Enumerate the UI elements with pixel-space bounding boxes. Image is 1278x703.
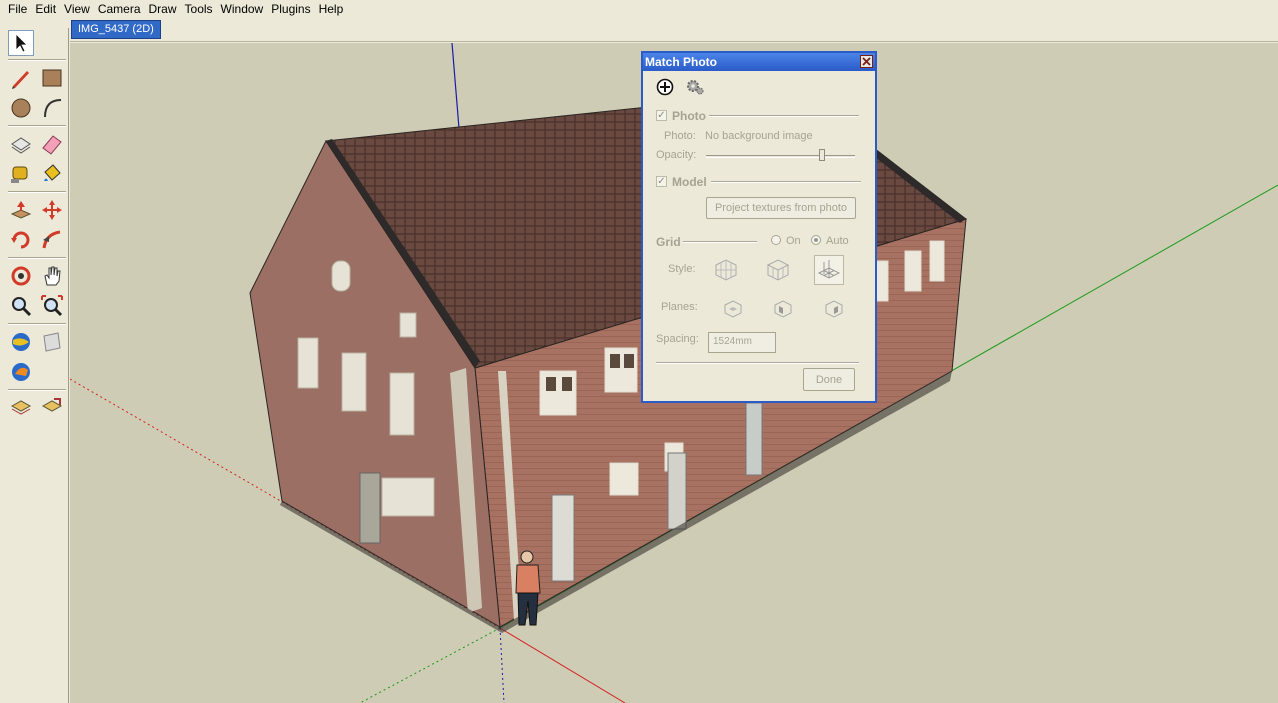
grid-style-above-button[interactable] [763,255,793,285]
scene-tab-bar: IMG_5437 (2D) [70,18,1278,42]
opacity-slider-thumb[interactable] [819,149,826,161]
share-model-tool-icon[interactable] [39,329,65,355]
toolbar-divider [8,257,66,259]
grid-auto-radio[interactable] [811,235,821,245]
menu-draw[interactable]: Draw [145,1,181,17]
section-divider [683,241,757,243]
menu-bar: File Edit View Camera Draw Tools Window … [0,0,1278,18]
menu-edit[interactable]: Edit [31,1,60,17]
push-pull-tool-icon[interactable] [8,197,34,223]
close-icon [862,57,871,66]
menu-view[interactable]: View [60,1,94,17]
toolbar-divider [8,191,66,193]
rotate-tool-icon[interactable] [8,227,34,253]
google-earth-tool-icon[interactable] [8,359,34,385]
photo-checkbox[interactable]: ✓ [656,110,667,121]
toolbar-divider [8,59,66,61]
scene-tab[interactable]: IMG_5437 (2D) [71,20,161,39]
settings-button[interactable] [683,75,707,99]
model-checkbox[interactable]: ✓ [656,176,667,187]
rectangle-tool-icon[interactable] [39,65,65,91]
plane-red-green-button[interactable] [718,294,748,324]
grid-style-inside-button[interactable] [711,255,741,285]
grid-style-below-button[interactable] [814,255,844,285]
style-label: Style: [668,263,696,275]
grid-below-icon [817,260,841,279]
zoom-extents-tool-icon[interactable] [39,293,65,319]
gear-icon [687,80,704,95]
opacity-slider[interactable] [706,155,855,158]
close-button[interactable] [860,55,873,68]
toolbar-divider [8,125,66,127]
grid-inside-icon [715,259,737,281]
plane-red-blue-icon [774,300,792,318]
done-button[interactable]: Done [803,368,855,391]
plane-green-blue-button[interactable] [819,294,849,324]
spacing-label: Spacing: [656,333,699,345]
dialog-title: Match Photo [645,55,717,69]
match-photo-dialog: Match Photo ✓ Photo Photo: No background… [641,51,877,403]
plane-red-green-icon [724,300,742,318]
section-divider [656,362,859,364]
dialog-title-bar[interactable]: Match Photo [643,53,875,71]
move-tool-icon[interactable] [39,197,65,223]
orbit-tool-icon[interactable] [8,263,34,289]
toolbar-divider [8,323,66,325]
photo-value: No background image [705,130,813,142]
get-models-tool-icon[interactable] [8,329,34,355]
grid-on-radio[interactable] [771,235,781,245]
toolbar-divider [8,389,66,391]
pan-tool-icon[interactable] [39,263,65,289]
grid-auto-label: Auto [826,235,849,247]
make-component-tool-icon[interactable] [8,131,34,157]
tape-measure-tool-icon[interactable] [8,161,34,187]
arc-tool-icon[interactable] [39,95,65,121]
section-divider [709,115,859,117]
circle-tool-icon[interactable] [8,95,34,121]
menu-camera[interactable]: Camera [94,1,145,17]
add-icon [656,78,674,96]
follow-me-tool-icon[interactable] [39,227,65,253]
add-photo-button[interactable] [653,75,677,99]
next-view-tool-icon[interactable] [39,395,65,421]
menu-help[interactable]: Help [315,1,348,17]
planes-label: Planes: [661,301,698,313]
model-section-label: Model [672,175,707,189]
eraser-tool-icon[interactable] [39,131,65,157]
paint-bucket-tool-icon[interactable] [39,161,65,187]
photo-section-label: Photo [672,109,706,123]
grid-on-label: On [786,235,801,247]
plane-green-blue-icon [825,300,843,318]
photo-label: Photo: [664,130,696,142]
grid-section-label: Grid [656,235,681,249]
menu-plugins[interactable]: Plugins [267,1,314,17]
section-divider [711,181,861,183]
pencil-tool-icon[interactable] [8,65,34,91]
menu-file[interactable]: File [4,1,31,17]
grid-above-icon [766,259,790,281]
menu-tools[interactable]: Tools [181,1,217,17]
previous-view-tool-icon[interactable] [8,395,34,421]
spacing-input[interactable]: 1524mm [708,332,776,353]
opacity-label: Opacity: [656,149,697,161]
menu-window[interactable]: Window [217,1,268,17]
tool-palette [6,28,69,703]
project-textures-button[interactable]: Project textures from photo [706,197,856,219]
zoom-tool-icon[interactable] [8,293,34,319]
plane-red-blue-button[interactable] [768,294,798,324]
select-tool-icon[interactable] [8,30,34,56]
